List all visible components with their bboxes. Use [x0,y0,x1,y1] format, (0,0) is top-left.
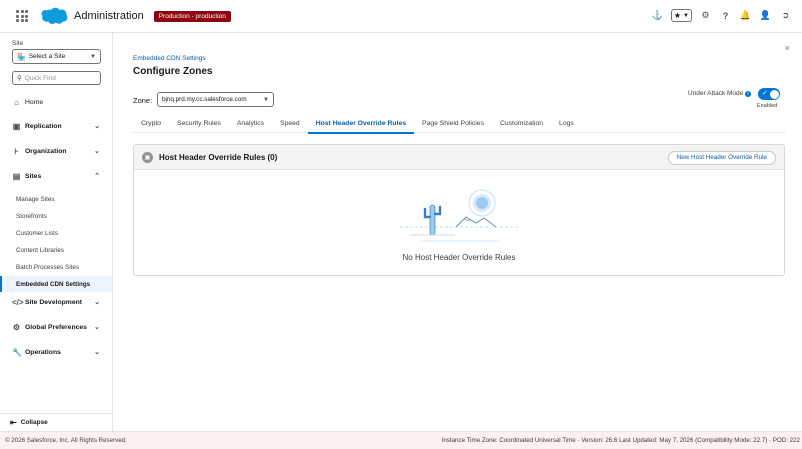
toggle-state-label: Enabled [757,103,778,109]
nav-sites[interactable]: ▤ Sites ⌃ [0,168,112,184]
zone-label: Zone: [133,96,153,105]
nav-operations[interactable]: 🔧 Operations ⌄ [0,344,112,360]
toggle-knob [769,89,779,99]
card-title: Host Header Override Rules (0) [159,152,278,162]
sidebar: Site 🏪 Select a Site ▼ ⚲ Quick Find ⌂ Ho… [0,33,113,431]
tab-page-shield-policies[interactable]: Page Shield Policies [414,117,492,133]
zone-select[interactable]: bjnq.prd.my.cc.salesforce.com ▼ [157,92,274,107]
sub-item-storefronts[interactable]: Storefronts [0,208,112,224]
app-title: Administration [74,10,144,22]
nav-site-development[interactable]: </> Site Development ⌄ [0,294,112,310]
home-icon: ⌂ [14,97,19,107]
card-header: ▣ Host Header Override Rules (0) New Hos… [134,145,784,170]
notifications-bell-icon[interactable]: 🔔 [739,9,752,22]
global-header: Administration Production - production ⚓… [0,0,802,33]
site-select-value: Select a Site [28,53,66,60]
nav-site-development-label: Site Development [25,298,83,306]
app-launcher-icon[interactable] [16,10,28,22]
tab-security-rules[interactable]: Security Rules [169,117,229,133]
help-icon[interactable]: ? [719,9,732,22]
sub-item-manage-sites[interactable]: Manage Sites [0,191,112,207]
setup-assistant-icon[interactable]: ⚙ [699,9,712,22]
chevron-up-icon: ⌃ [94,173,100,180]
wrench-icon: 🔧 [12,347,22,357]
tab-crypto[interactable]: Crypto [133,117,169,133]
salesforce-logo [41,7,68,24]
nav-organization-label: Organization [25,147,67,155]
nav-sites-label: Sites [25,172,42,180]
under-attack-mode-label: Under Attack Mode [688,90,744,97]
chevron-down-icon: ⌄ [94,324,100,331]
zone-select-value: bjnq.prd.my.cc.salesforce.com [162,96,247,103]
main-content: × Embedded CDN Settings Configure Zones … [114,33,802,431]
nav-home-label: Home [25,98,44,106]
chevron-down-icon: ▼ [683,12,689,19]
host-header-rules-card: ▣ Host Header Override Rules (0) New Hos… [133,144,785,276]
chevron-down-icon: ⌄ [94,123,100,130]
star-icon: ★ [673,11,682,20]
site-label: Site [12,40,24,47]
nav-replication-label: Replication [25,122,62,130]
page-title: Configure Zones [133,66,213,77]
new-host-header-override-rule-button[interactable]: New Host Header Override Rule [667,151,776,165]
environment-badge: Production - production [153,10,231,22]
sub-item-batch-processes-sites[interactable]: Batch Processes Sites [0,259,112,275]
header-utilities: ⚓ ★ ▼ ⚙ ? 🔔 👤 ➲ [651,9,792,22]
chevron-down-icon: ▼ [263,96,269,103]
search-icon: ⚲ [17,75,22,82]
check-icon: ✓ [762,90,768,97]
close-icon[interactable]: × [785,43,790,53]
zone-tabs: Crypto Security Rules Analytics Speed Ho… [133,117,785,134]
replication-icon: ▣ [12,121,21,131]
footer-copyright: © 2026 Salesforce, Inc. All Rights Reser… [5,437,127,444]
chevron-down-icon: ⌄ [94,148,100,155]
nav-organization[interactable]: ⊦ Organization ⌄ [0,143,112,159]
trailhead-icon[interactable]: ⚓ [651,9,664,22]
chevron-down-icon: ▼ [90,53,96,60]
gear-icon: ⚙ [12,322,21,332]
tab-host-header-override-rules[interactable]: Host Header Override Rules [307,117,415,134]
empty-state-desert-illustration [400,189,520,242]
collapse-icon: ⇤ [10,418,17,427]
footer-instance-info: Instance Time Zone: Coordinated Universa… [441,437,800,444]
info-icon[interactable]: i [745,91,751,97]
tab-speed[interactable]: Speed [272,117,308,133]
nav-operations-label: Operations [25,348,61,356]
collapse-button[interactable]: ⇤ Collapse [0,413,112,431]
user-avatar-icon[interactable]: 👤 [759,9,772,22]
footer: © 2026 Salesforce, Inc. All Rights Reser… [0,431,802,449]
site-select[interactable]: 🏪 Select a Site ▼ [12,49,101,64]
quick-find-input[interactable]: ⚲ Quick Find [12,71,101,85]
tab-customization[interactable]: Customization [492,117,551,133]
rules-icon: ▣ [142,151,153,163]
sub-item-customer-lists[interactable]: Customer Lists [0,225,112,241]
nav-global-preferences[interactable]: ⚙ Global Preferences ⌄ [0,319,112,335]
sites-icon: ▤ [12,171,21,181]
under-attack-mode-toggle[interactable]: ✓ [758,88,780,100]
sub-item-content-libraries[interactable]: Content Libraries [0,242,112,258]
hierarchy-icon: ⊦ [14,146,19,156]
nav-replication[interactable]: ▣ Replication ⌄ [0,118,112,134]
collapse-label: Collapse [20,419,48,426]
tab-analytics[interactable]: Analytics [229,117,272,133]
chevron-down-icon: ⌄ [94,349,100,356]
sub-item-embedded-cdn-settings[interactable]: Embedded CDN Settings [0,276,112,292]
empty-state-message: No Host Header Override Rules [402,253,516,262]
quick-find-placeholder: Quick Find [24,74,56,82]
nav-global-preferences-label: Global Preferences [25,323,87,331]
tab-logs[interactable]: Logs [551,117,582,133]
breadcrumb[interactable]: Embedded CDN Settings [133,55,206,62]
store-icon: 🏪 [17,53,26,61]
logout-icon[interactable]: ➲ [779,9,792,22]
chevron-down-icon: ⌄ [94,299,100,306]
favorites-button[interactable]: ★ ▼ [670,9,692,22]
code-icon: </> [12,297,24,307]
nav-home[interactable]: ⌂ Home [0,94,112,110]
